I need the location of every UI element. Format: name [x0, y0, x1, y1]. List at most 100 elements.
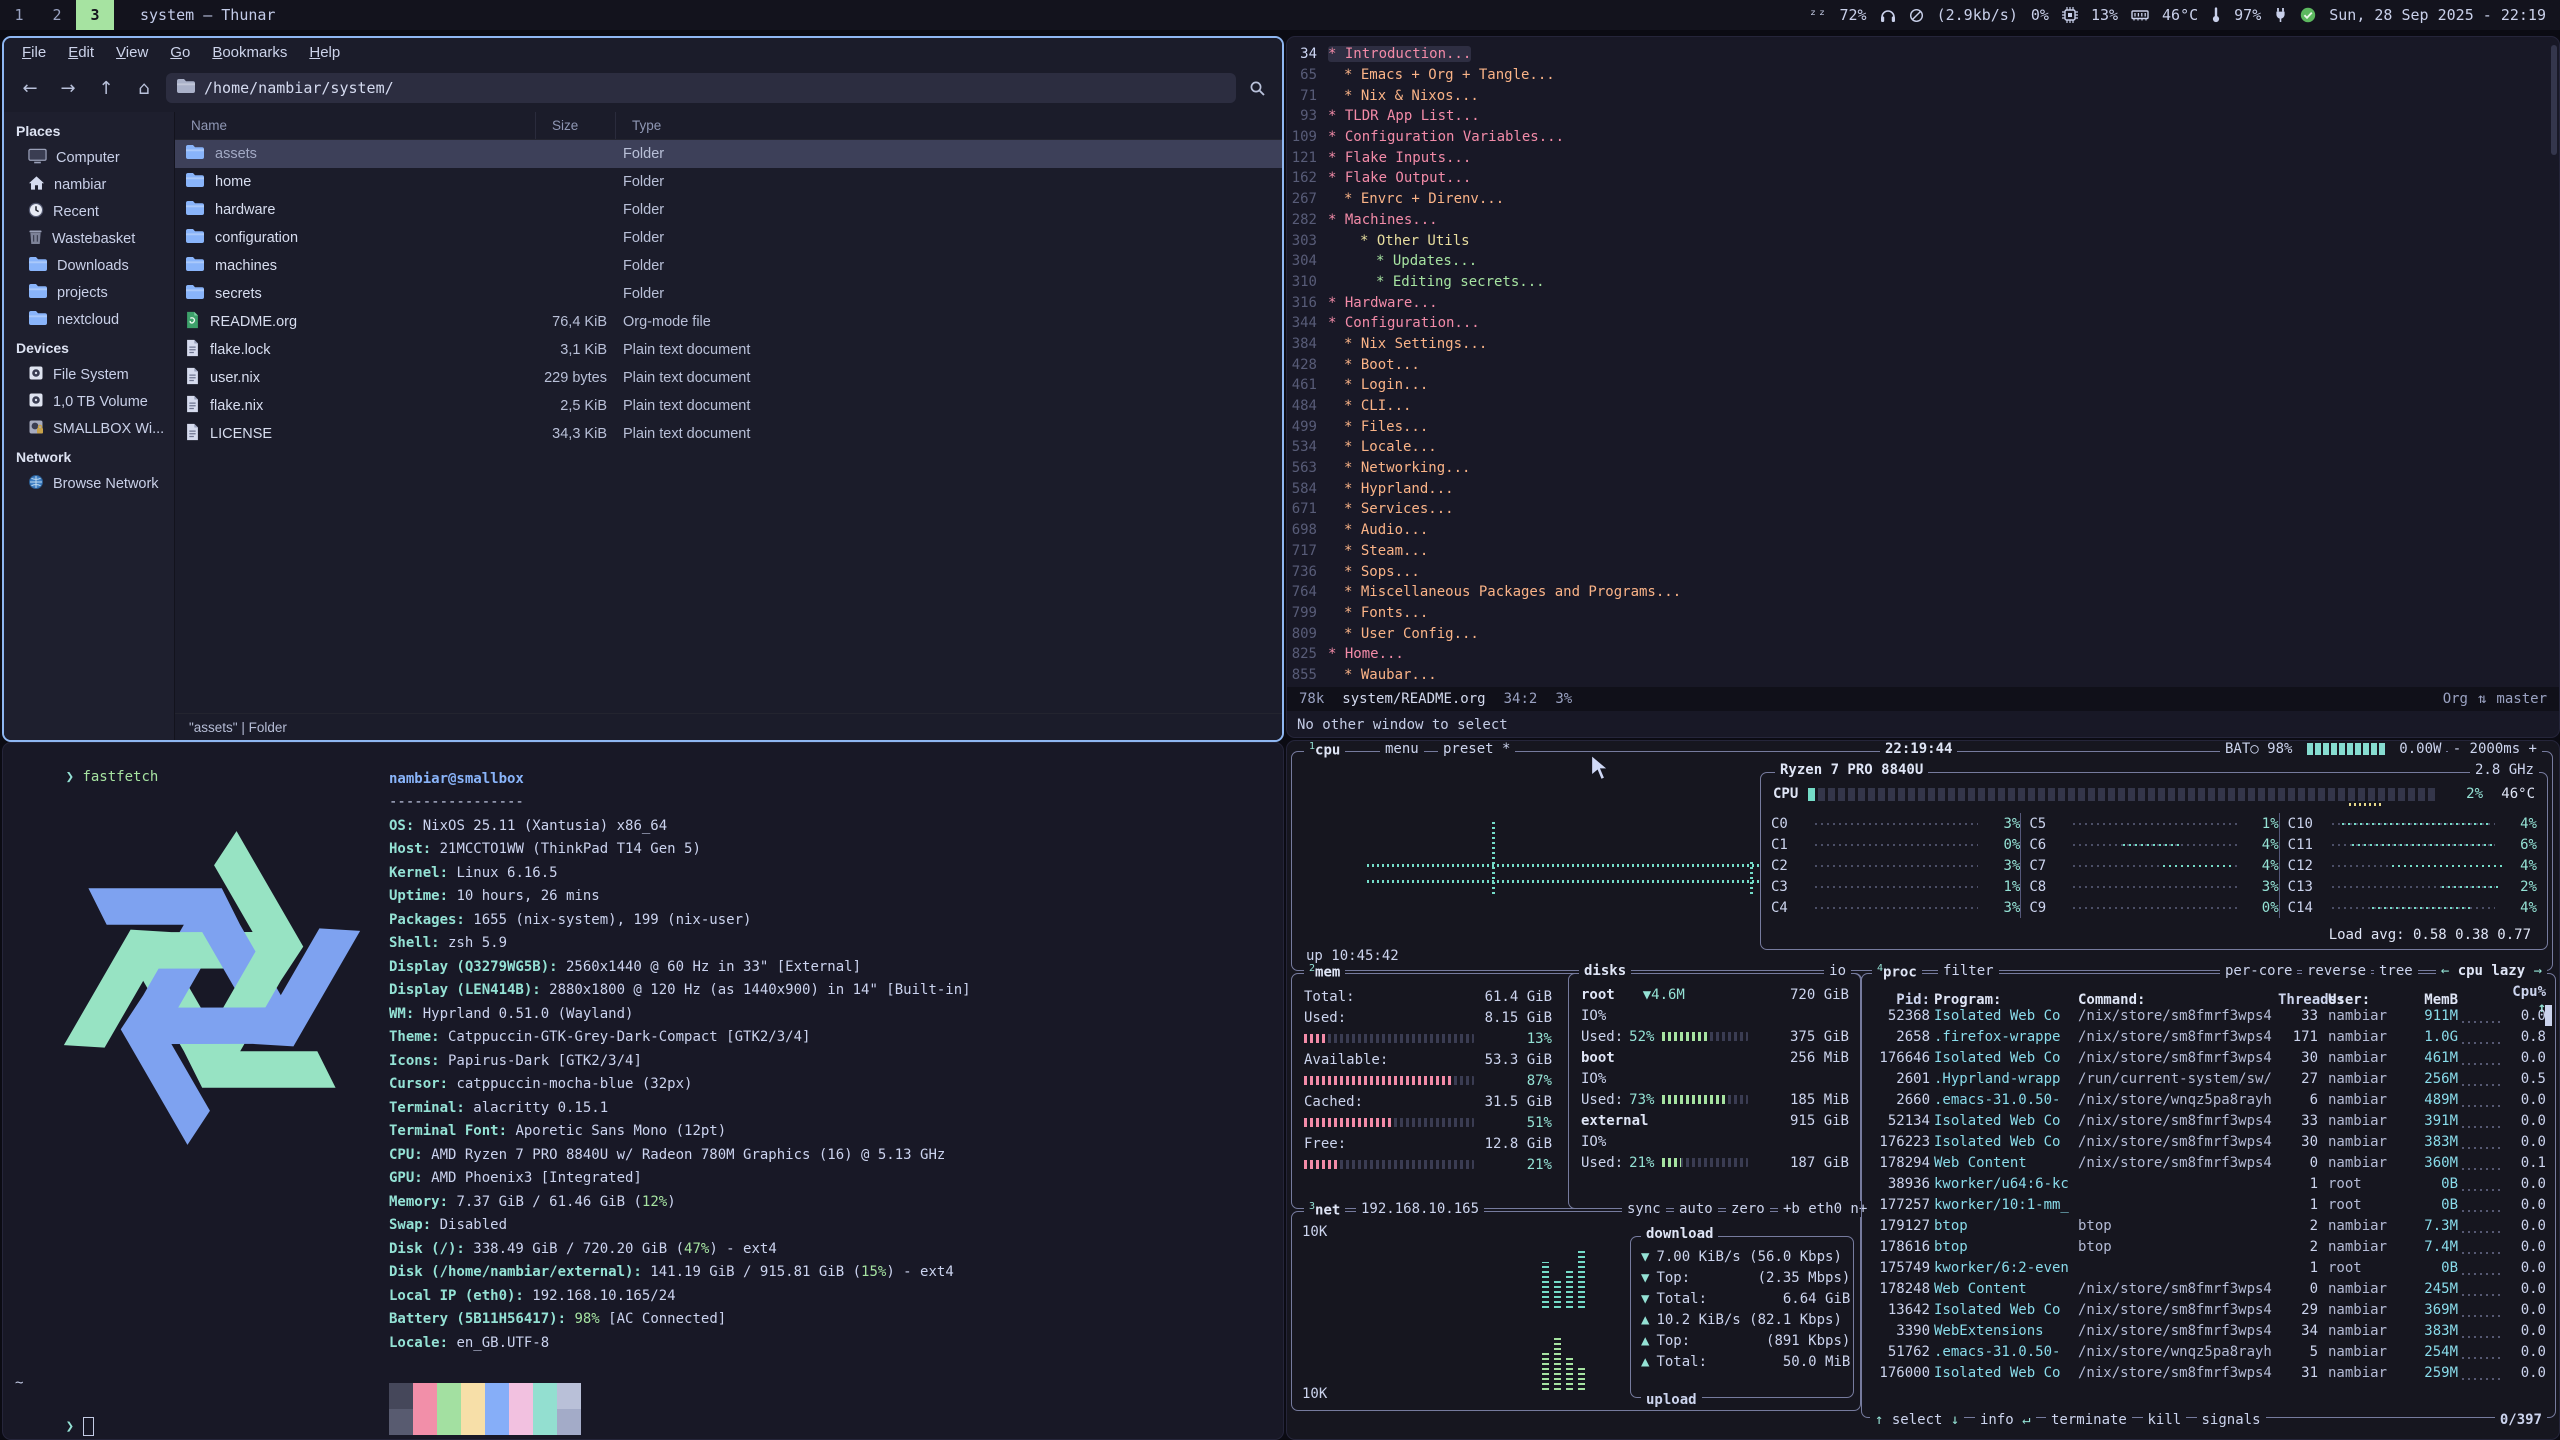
up-button[interactable]: ↑ [90, 73, 122, 103]
column-header-type[interactable]: Type [616, 112, 1282, 139]
org-heading-line-34[interactable]: 34* Introduction... [1287, 44, 2559, 65]
org-heading-line-825[interactable]: 825* Home... [1287, 644, 2559, 665]
workspace-2[interactable]: 2 [38, 0, 76, 30]
sidebar-item-recent[interactable]: Recent [4, 198, 174, 225]
proc-reverse-toggle[interactable]: reverse [2302, 963, 2371, 979]
emacs-window[interactable]: 34* Introduction...65* Emacs + Org + Tan… [1286, 36, 2560, 738]
net-control-zero[interactable]: zero [1726, 1201, 1770, 1217]
menu-help[interactable]: Help [299, 42, 350, 63]
file-row-machines[interactable]: machinesFolder [175, 252, 1282, 280]
net-control-auto[interactable]: auto [1674, 1201, 1718, 1217]
menu-view[interactable]: View [106, 42, 158, 63]
file-row-hardware[interactable]: hardwareFolder [175, 196, 1282, 224]
file-row-user.nix[interactable]: user.nix229 bytesPlain text document [175, 364, 1282, 392]
menu-file[interactable]: File [12, 42, 56, 63]
btop-menu-button[interactable]: menu [1380, 741, 1424, 757]
proc-row-178248[interactable]: 178248Web Content/nix/store/sm8fmrf3wps4… [1862, 1278, 2555, 1299]
org-heading-line-65[interactable]: 65* Emacs + Org + Tangle... [1287, 65, 2559, 86]
org-heading-line-584[interactable]: 584* Hyprland... [1287, 478, 2559, 499]
org-heading-line-809[interactable]: 809* User Config... [1287, 623, 2559, 644]
file-row-license[interactable]: LICENSE34,3 KiBPlain text document [175, 420, 1282, 448]
proc-row-177257[interactable]: 177257kworker/10:1-mm_ 1root0B 0.0 [1862, 1194, 2555, 1215]
org-heading-line-344[interactable]: 344* Configuration... [1287, 313, 2559, 334]
org-heading-line-282[interactable]: 282* Machines... [1287, 210, 2559, 231]
org-heading-line-461[interactable]: 461* Login... [1287, 375, 2559, 396]
org-heading-line-484[interactable]: 484* CLI... [1287, 396, 2559, 417]
proc-action-info-[interactable]: info ↵ [1975, 1412, 2036, 1428]
terminal-window[interactable]: ❯ fastfetch nambiar@smallbox------------… [2, 742, 1284, 1440]
org-heading-line-109[interactable]: 109* Configuration Variables... [1287, 127, 2559, 148]
proc-row-176646[interactable]: 176646Isolated Web Co/nix/store/sm8fmrf3… [1862, 1047, 2555, 1068]
proc-filter-button[interactable]: filter [1938, 963, 1999, 979]
org-heading-line-764[interactable]: 764* Miscellaneous Packages and Programs… [1287, 582, 2559, 603]
net-control-sync[interactable]: sync [1622, 1201, 1666, 1217]
proc-row-176000[interactable]: 176000Isolated Web Co/nix/store/sm8fmrf3… [1862, 1362, 2555, 1383]
proc-scrollbar[interactable] [2545, 1005, 2552, 1026]
org-heading-line-162[interactable]: 162* Flake Output... [1287, 168, 2559, 189]
shell-prompt-2[interactable]: ❯ [15, 1401, 94, 1440]
org-heading-line-384[interactable]: 384* Nix Settings... [1287, 334, 2559, 355]
org-heading-line-267[interactable]: 267* Envrc + Direnv... [1287, 189, 2559, 210]
proc-row-178616[interactable]: 178616btopbtop 2nambiar7.4M 0.0 [1862, 1236, 2555, 1257]
forward-button[interactable]: → [52, 73, 84, 103]
file-row-flake.lock[interactable]: flake.lock3,1 KiBPlain text document [175, 336, 1282, 364]
sidebar-item-wastebasket[interactable]: Wastebasket [4, 225, 174, 252]
org-heading-line-563[interactable]: 563* Networking... [1287, 458, 2559, 479]
disks-io-toggle[interactable]: io [1824, 963, 1851, 979]
proc-row-3390[interactable]: 3390WebExtensions/nix/store/sm8fmrf3wps4… [1862, 1320, 2555, 1341]
menu-bookmarks[interactable]: Bookmarks [202, 42, 297, 63]
sidebar-item-nextcloud[interactable]: nextcloud [4, 306, 174, 333]
file-row-readme.org[interactable]: README.org76,4 KiBOrg-mode file [175, 308, 1282, 336]
org-heading-line-93[interactable]: 93* TLDR App List... [1287, 106, 2559, 127]
org-heading-line-428[interactable]: 428* Boot... [1287, 354, 2559, 375]
back-button[interactable]: ← [14, 73, 46, 103]
proc-row-2660[interactable]: 2660.emacs-31.0.50-/nix/store/wnqz5pa8ra… [1862, 1089, 2555, 1110]
org-heading-line-310[interactable]: 310* Editing secrets... [1287, 272, 2559, 293]
proc-per-core-toggle[interactable]: per-core [2220, 963, 2297, 979]
workspace-1[interactable]: 1 [0, 0, 38, 30]
proc-row-38936[interactable]: 38936kworker/u64:6-kc 1root0B 0.0 [1862, 1173, 2555, 1194]
column-header-size[interactable]: Size [536, 112, 616, 139]
proc-action-kill[interactable]: kill [2143, 1412, 2187, 1428]
proc-row-52134[interactable]: 52134Isolated Web Co/nix/store/sm8fmrf3w… [1862, 1110, 2555, 1131]
emacs-scrollbar[interactable] [2551, 45, 2557, 155]
home-button[interactable]: ⌂ [128, 73, 160, 103]
org-heading-line-304[interactable]: 304* Updates... [1287, 251, 2559, 272]
org-heading-line-799[interactable]: 799* Fonts... [1287, 603, 2559, 624]
proc-row-178294[interactable]: 178294Web Content/nix/store/sm8fmrf3wps4… [1862, 1152, 2555, 1173]
sidebar-item-nambiar[interactable]: nambiar [4, 171, 174, 198]
org-heading-line-698[interactable]: 698* Audio... [1287, 520, 2559, 541]
menu-edit[interactable]: Edit [58, 42, 104, 63]
btop-preset-button[interactable]: preset * [1438, 741, 1515, 757]
sidebar-item-projects[interactable]: projects [4, 279, 174, 306]
sidebar-item-smallbox-wi-[interactable]: SMALLBOX Wi... [4, 415, 174, 442]
org-heading-line-316[interactable]: 316* Hardware... [1287, 292, 2559, 313]
sidebar-item-computer[interactable]: Computer [4, 144, 174, 171]
file-row-assets[interactable]: assetsFolder [175, 140, 1282, 168]
search-button[interactable] [1242, 73, 1272, 103]
proc-row-2658[interactable]: 2658.firefox-wrappe/nix/store/sm8fmrf3wp… [1862, 1026, 2555, 1047]
org-heading-line-303[interactable]: 303* Other Utils [1287, 230, 2559, 251]
proc-action-terminate[interactable]: terminate [2046, 1412, 2132, 1428]
sidebar-item-browse-network[interactable]: Browse Network [4, 470, 174, 497]
file-row-configuration[interactable]: configurationFolder [175, 224, 1282, 252]
workspace-3[interactable]: 3 [76, 0, 114, 30]
net-control--b-eth0-n-[interactable]: +b eth0 n+ [1778, 1201, 1872, 1217]
proc-row-179127[interactable]: 179127btopbtop 2nambiar7.3M 0.0 [1862, 1215, 2555, 1236]
org-heading-line-121[interactable]: 121* Flake Inputs... [1287, 147, 2559, 168]
proc-tree-toggle[interactable]: tree [2374, 963, 2418, 979]
sidebar-item-downloads[interactable]: Downloads [4, 252, 174, 279]
proc-sort-selector[interactable]: ← cpu lazy → [2436, 963, 2547, 979]
file-row-secrets[interactable]: secretsFolder [175, 280, 1282, 308]
proc-action--select-[interactable]: ↑ select ↓ [1870, 1412, 1964, 1428]
file-row-home[interactable]: homeFolder [175, 168, 1282, 196]
column-header-name[interactable]: Name [175, 112, 536, 139]
org-heading-line-534[interactable]: 534* Locale... [1287, 437, 2559, 458]
proc-action-signals[interactable]: signals [2197, 1412, 2266, 1428]
proc-row-175749[interactable]: 175749kworker/6:2-even 1root0B 0.0 [1862, 1257, 2555, 1278]
proc-row-2601[interactable]: 2601.Hyprland-wrapp/run/current-system/s… [1862, 1068, 2555, 1089]
file-row-flake.nix[interactable]: flake.nix2,5 KiBPlain text document [175, 392, 1282, 420]
path-field[interactable]: /home/nambiar/system/ [166, 73, 1236, 103]
org-heading-line-671[interactable]: 671* Services... [1287, 499, 2559, 520]
sidebar-item-1-0-tb-volume[interactable]: 1,0 TB Volume [4, 388, 174, 415]
